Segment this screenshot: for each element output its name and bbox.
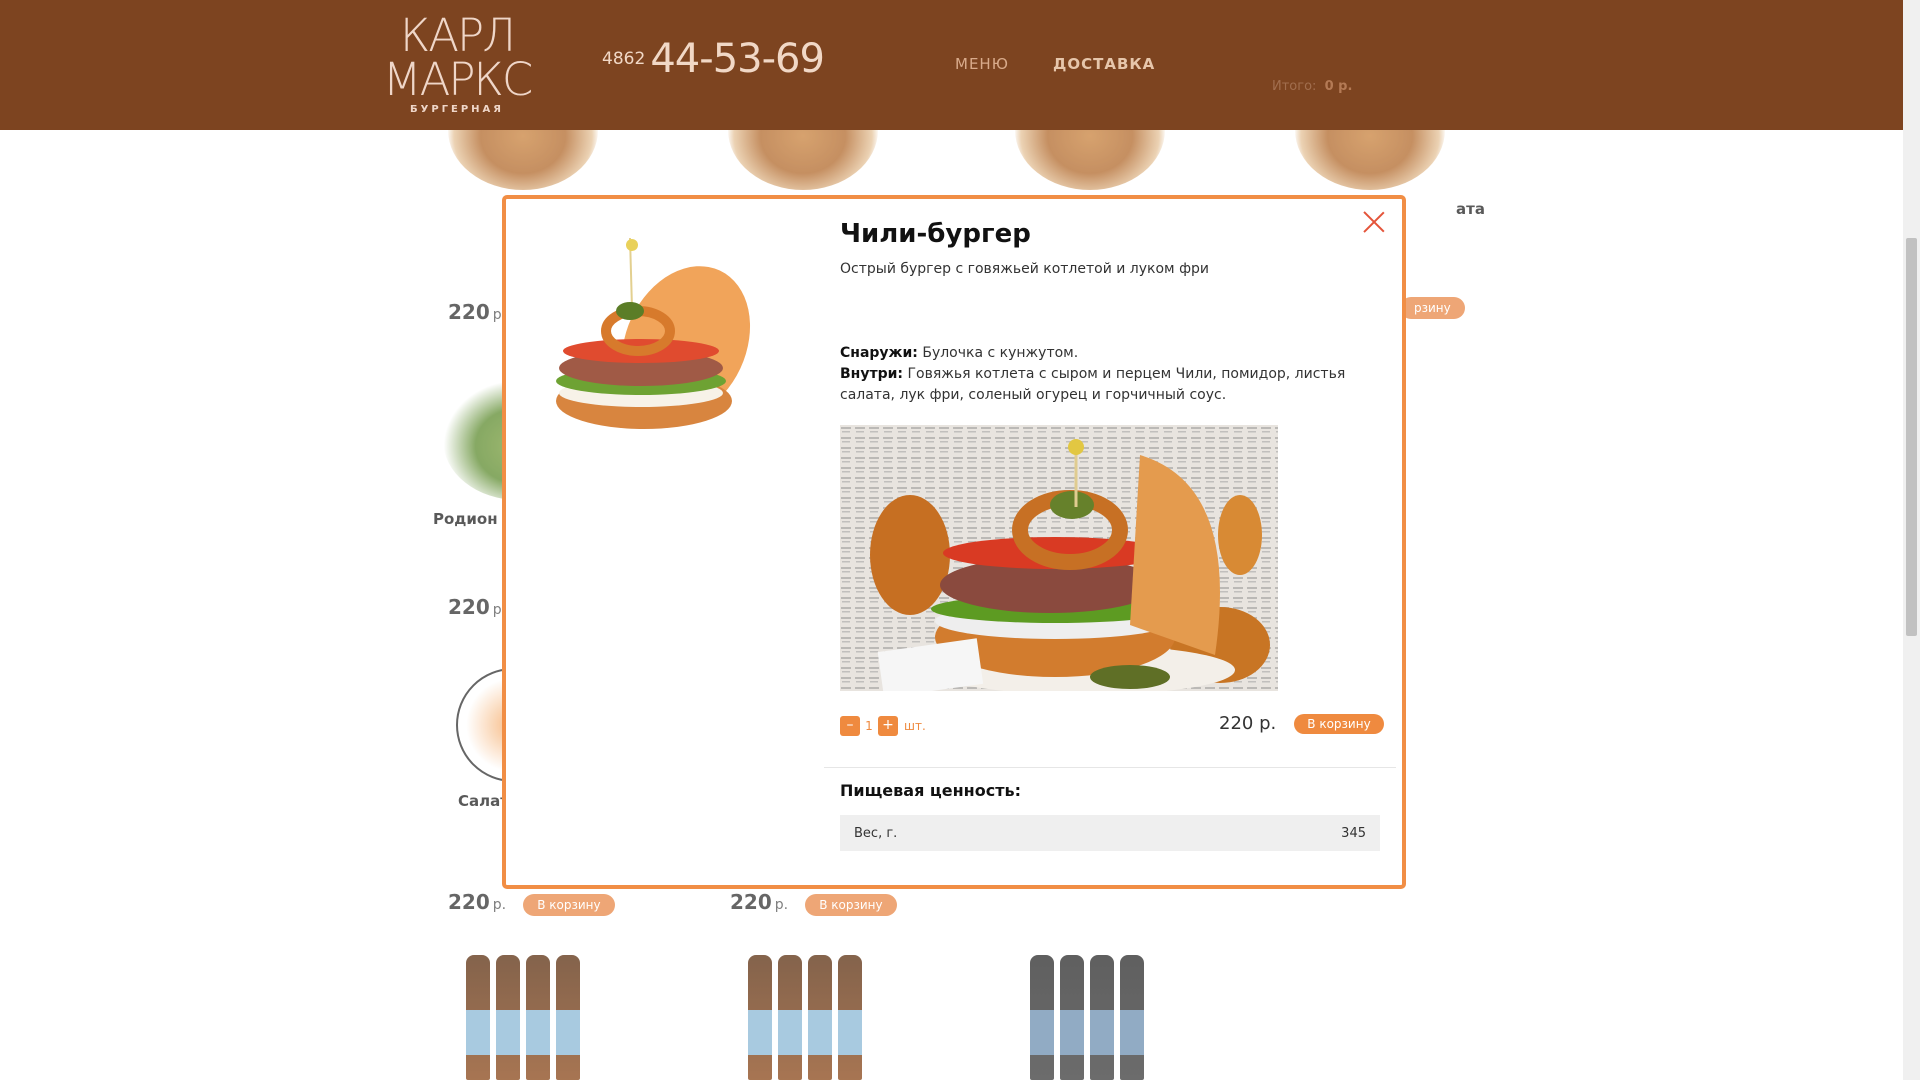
- inside-text: Говяжья котлета с сыром и перцем Чили, п…: [840, 366, 1346, 403]
- composition-inside: Внутри: Говяжья котлета с сыром и перцем…: [840, 364, 1380, 406]
- nav-delivery[interactable]: ДОСТАВКА: [1053, 55, 1155, 73]
- nutrition-label: Вес, г.: [854, 825, 898, 841]
- phone-main: 44-53-69: [650, 36, 825, 82]
- product-title: Чили-бургер: [840, 219, 1031, 249]
- quantity-value[interactable]: 1: [860, 719, 878, 733]
- quantity-stepper: – 1 + шт.: [840, 716, 926, 736]
- product-subtitle: Острый бургер с говяжьей котлетой и луко…: [840, 261, 1210, 277]
- increase-button[interactable]: +: [878, 716, 898, 736]
- product-photo: [556, 237, 751, 429]
- cart-total[interactable]: Итого: 0 р.: [1272, 79, 1352, 94]
- outside-label: Снаружи:: [840, 345, 918, 361]
- cart-total-value: 0 р.: [1324, 79, 1353, 94]
- nutrition-row: Вес, г. 345: [840, 815, 1380, 851]
- product-modal: Чили-бургер Острый бургер с говяжьей кот…: [502, 195, 1406, 889]
- composition-outside: Снаружи: Булочка с кунжутом.: [840, 343, 1380, 364]
- scrollbar-thumb[interactable]: [1906, 238, 1917, 636]
- product-photo-large: [840, 425, 1278, 691]
- outside-text: Булочка с кунжутом.: [922, 345, 1079, 361]
- nutrition-value: 345: [1341, 825, 1366, 841]
- logo-line-2: МАРКС: [382, 53, 534, 106]
- inside-label: Внутри:: [840, 366, 904, 382]
- phone-code: 4862: [602, 49, 646, 69]
- nav-menu[interactable]: МЕНЮ: [955, 55, 1009, 73]
- product-price: 220 р.: [1219, 713, 1277, 734]
- nutrition-title: Пищевая ценность:: [840, 781, 1021, 800]
- logo[interactable]: КАРЛ МАРКС БУРГЕРНАЯ: [382, 9, 534, 120]
- divider: [824, 767, 1396, 768]
- site-header: КАРЛ МАРКС БУРГЕРНАЯ 4862 44-53-69 МЕНЮ …: [0, 0, 1903, 130]
- cart-total-label: Итого:: [1272, 79, 1317, 94]
- decrease-button[interactable]: –: [840, 716, 860, 736]
- quantity-unit: шт.: [904, 719, 926, 733]
- product-composition: Снаружи: Булочка с кунжутом. Внутри: Гов…: [840, 343, 1380, 406]
- close-icon[interactable]: [1363, 211, 1385, 233]
- logo-line-1: КАРЛ: [399, 9, 516, 62]
- scrollbar[interactable]: [1903, 0, 1920, 1080]
- add-to-cart-button[interactable]: В корзину: [1294, 714, 1384, 734]
- phone-number[interactable]: 4862 44-53-69: [602, 36, 825, 82]
